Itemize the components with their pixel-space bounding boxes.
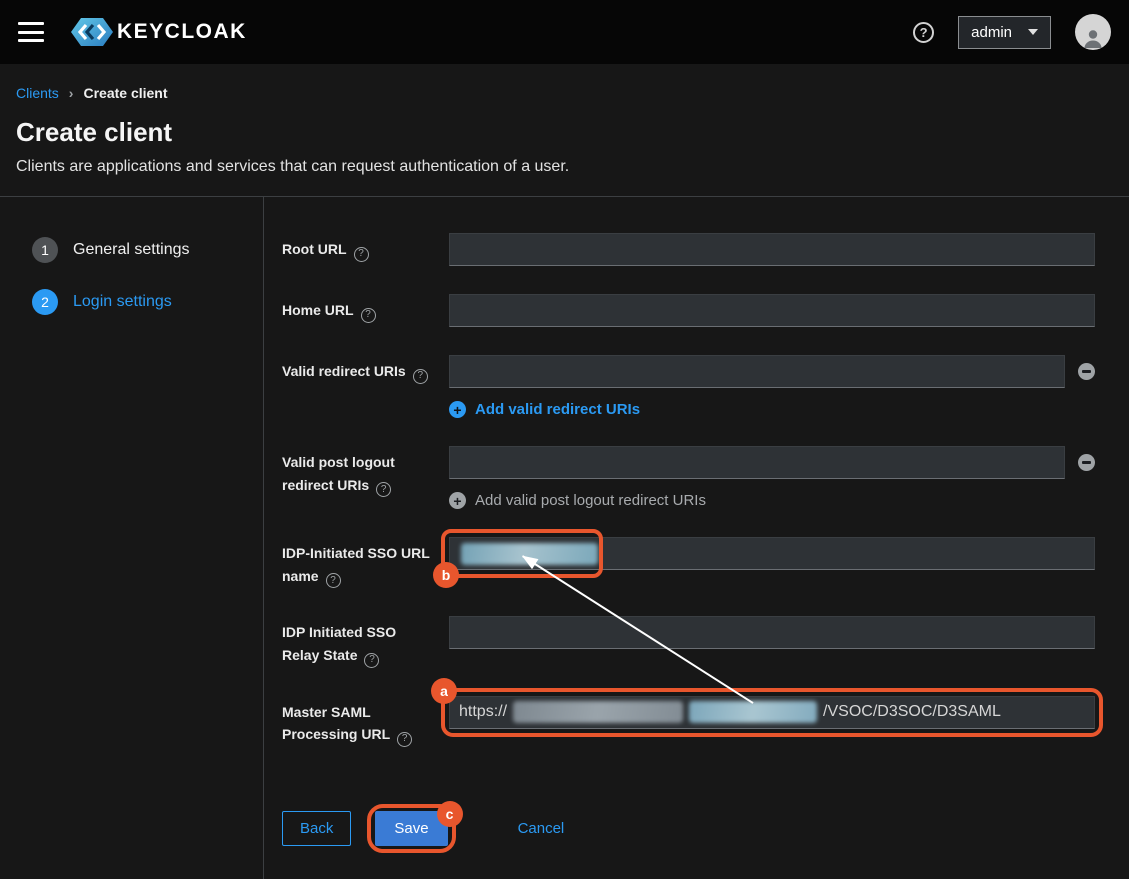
user-icon: [1081, 26, 1105, 50]
form-group-valid-redirect-uris: Valid redirect URIs? + Add valid redirec…: [282, 355, 1095, 418]
step-number: 1: [32, 237, 58, 263]
keycloak-logo-icon: [70, 17, 114, 47]
root-url-label: Root URL?: [282, 233, 449, 262]
wizard-content: 1 General settings 2 Login settings Root…: [0, 196, 1129, 879]
home-url-input[interactable]: [449, 294, 1095, 327]
chevron-down-icon: [1028, 29, 1038, 35]
page-title: Create client: [16, 117, 1111, 148]
help-icon[interactable]: ?: [364, 653, 379, 668]
label-text: IDP-Initiated SSO URL name: [282, 545, 430, 584]
form-group-master-saml-url: Master SAML Processing URL? https:// /VS…: [282, 696, 1095, 747]
form-group-valid-post-logout-uris: Valid post logout redirect URIs? + Add v…: [282, 446, 1095, 509]
add-link-label: Add valid redirect URIs: [475, 401, 640, 418]
remove-redirect-uri-icon[interactable]: [1078, 363, 1095, 380]
add-valid-post-logout-uris-button[interactable]: + Add valid post logout redirect URIs: [449, 492, 706, 509]
brand-name: KEYCLOAK: [117, 20, 247, 44]
page-header: Create client Clients are applications a…: [0, 111, 1129, 196]
redacted-sso-url-name-value: [461, 543, 598, 565]
root-url-input[interactable]: [449, 233, 1095, 266]
label-text: Home URL: [282, 302, 354, 318]
plus-icon: +: [449, 401, 466, 418]
save-button[interactable]: Save: [375, 811, 447, 846]
redacted-host-segment: [513, 701, 683, 723]
help-icon[interactable]: ?: [413, 369, 428, 384]
label-text: IDP Initiated SSO Relay State: [282, 624, 396, 663]
wizard-step-login-settings[interactable]: 2 Login settings: [32, 281, 263, 323]
breadcrumb-current: Create client: [83, 85, 167, 101]
breadcrumb-clients-link[interactable]: Clients: [16, 85, 59, 101]
help-icon[interactable]: ?: [913, 22, 934, 43]
help-icon[interactable]: ?: [397, 732, 412, 747]
valid-post-logout-uris-label: Valid post logout redirect URIs?: [282, 446, 449, 497]
step-label: Login settings: [73, 293, 172, 311]
back-button[interactable]: Back: [282, 811, 351, 846]
valid-redirect-uris-label: Valid redirect URIs?: [282, 355, 449, 384]
label-text: Root URL: [282, 241, 347, 257]
cancel-button[interactable]: Cancel: [514, 811, 569, 846]
home-url-label: Home URL?: [282, 294, 449, 323]
nav-toggle-hamburger-icon[interactable]: [18, 22, 44, 42]
form-group-root-url: Root URL?: [282, 233, 1095, 266]
master-saml-processing-url-input[interactable]: https:// /VSOC/D3SOC/D3SAML: [449, 696, 1095, 729]
form-actions: Back Save c Cancel: [282, 811, 1095, 846]
add-link-label: Add valid post logout redirect URIs: [475, 492, 706, 509]
valid-post-logout-uri-input[interactable]: [449, 446, 1065, 479]
valid-redirect-uri-input[interactable]: [449, 355, 1065, 388]
step-label: General settings: [73, 241, 190, 259]
masthead: KEYCLOAK ? admin: [0, 0, 1129, 64]
form-group-idp-sso-url-name: IDP-Initiated SSO URL name? b: [282, 537, 1095, 588]
login-settings-form: Root URL? Home URL? Valid redirect URIs?: [264, 197, 1129, 879]
step-number: 2: [32, 289, 58, 315]
wizard-step-general-settings[interactable]: 1 General settings: [32, 229, 263, 271]
plus-icon: +: [449, 492, 466, 509]
help-icon[interactable]: ?: [376, 482, 391, 497]
help-icon[interactable]: ?: [326, 573, 341, 588]
master-saml-url-label: Master SAML Processing URL?: [282, 696, 449, 747]
master-saml-url-suffix: /VSOC/D3SOC/D3SAML: [823, 703, 1001, 721]
help-icon[interactable]: ?: [354, 247, 369, 262]
page-subtitle: Clients are applications and services th…: [16, 158, 1111, 176]
form-group-idp-sso-relay-state: IDP Initiated SSO Relay State?: [282, 616, 1095, 667]
idp-sso-relay-state-input[interactable]: [449, 616, 1095, 649]
user-menu-label: admin: [971, 24, 1012, 41]
wizard-nav: 1 General settings 2 Login settings: [0, 197, 264, 879]
label-text: Valid redirect URIs: [282, 363, 406, 379]
idp-sso-relay-state-label: IDP Initiated SSO Relay State?: [282, 616, 449, 667]
idp-sso-url-name-input[interactable]: [449, 537, 1095, 570]
master-saml-url-prefix: https://: [459, 703, 507, 721]
keycloak-brand: KEYCLOAK: [70, 17, 247, 47]
label-text: Master SAML Processing URL: [282, 704, 390, 743]
breadcrumb-separator-icon: ›: [69, 85, 74, 101]
user-menu-dropdown[interactable]: admin: [958, 16, 1051, 49]
form-group-home-url: Home URL?: [282, 294, 1095, 327]
redacted-path-segment: [689, 701, 817, 723]
masthead-tools: ? admin: [913, 14, 1111, 50]
remove-post-logout-uri-icon[interactable]: [1078, 454, 1095, 471]
idp-sso-url-name-label: IDP-Initiated SSO URL name?: [282, 537, 449, 588]
avatar[interactable]: [1075, 14, 1111, 50]
add-valid-redirect-uris-button[interactable]: + Add valid redirect URIs: [449, 401, 640, 418]
help-icon[interactable]: ?: [361, 308, 376, 323]
breadcrumb: Clients › Create client: [0, 64, 1129, 111]
